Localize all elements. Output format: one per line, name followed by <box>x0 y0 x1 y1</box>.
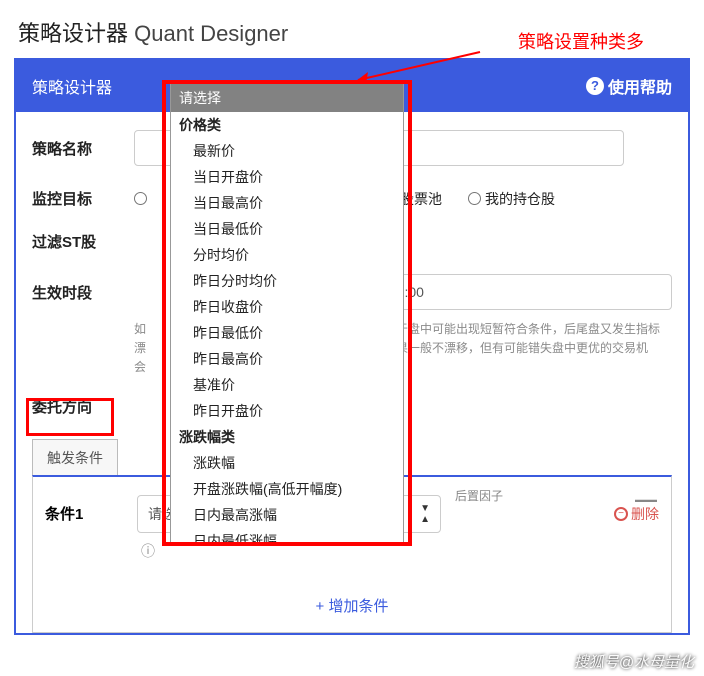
dropdown-item[interactable]: 分时均价 <box>171 242 403 268</box>
dropdown-item[interactable]: 开盘涨跌幅(高低开幅度) <box>171 476 403 502</box>
dropdown-item[interactable]: 昨日分时均价 <box>171 268 403 294</box>
dropdown-group: 价格类 <box>171 112 403 138</box>
dropdown-item[interactable]: 日内最高涨幅 <box>171 502 403 528</box>
annotation-arrow <box>350 50 490 90</box>
caret-icon: ▼▲ <box>420 503 430 525</box>
dropdown-item[interactable]: 昨日收盘价 <box>171 294 403 320</box>
dropdown-item[interactable]: 日内最低涨幅 <box>171 528 403 543</box>
dropdown-item[interactable]: 最新价 <box>171 138 403 164</box>
help-link[interactable]: ? 使用帮助 <box>586 74 672 98</box>
dropdown-item[interactable]: 基准价 <box>171 372 403 398</box>
condition-label: 条件1 <box>45 503 125 524</box>
radio-target-holdings[interactable]: 我的持仓股 <box>468 189 555 209</box>
tab-trigger[interactable]: 触发条件 <box>32 439 118 476</box>
dropdown-item[interactable]: 昨日最低价 <box>171 320 403 346</box>
time-end-input[interactable]: 5:00 <box>386 274 672 310</box>
condition-help-icon[interactable]: ⓘ <box>141 541 659 561</box>
annotation-text: 策略设置种类多 <box>518 28 644 54</box>
panel-title: 策略设计器 <box>32 74 112 98</box>
help-icon: ? <box>586 77 604 95</box>
post-factor-label: 后置因子 <box>455 487 503 504</box>
watermark: 搜狐号@水母量化 <box>574 651 694 672</box>
dropdown-item[interactable]: 当日开盘价 <box>171 164 403 190</box>
dropdown-item[interactable]: 昨日最高价 <box>171 346 403 372</box>
add-condition-button[interactable]: + 增加条件 <box>45 579 659 632</box>
minus-icon: − <box>614 507 628 521</box>
radio-target-1[interactable] <box>134 192 151 205</box>
dropdown-item[interactable]: 昨日开盘价 <box>171 398 403 424</box>
collapse-button[interactable]: — <box>635 487 657 513</box>
dropdown-group: 涨跌幅类 <box>171 424 403 450</box>
dropdown-item[interactable]: 当日最低价 <box>171 216 403 242</box>
dropdown-menu: 请选择 价格类 最新价 当日开盘价 当日最高价 当日最低价 分时均价 昨日分时均… <box>170 83 404 543</box>
hint-right: 由于盘中可能出现短暂符合条件，后尾盘又发生指标 结果一般不漂移，但有可能错失盘中… <box>384 320 660 378</box>
hint-left: 如 漂 会 <box>134 320 146 378</box>
dropdown-item[interactable]: 涨跌幅 <box>171 450 403 476</box>
dropdown-item[interactable]: 当日最高价 <box>171 190 403 216</box>
